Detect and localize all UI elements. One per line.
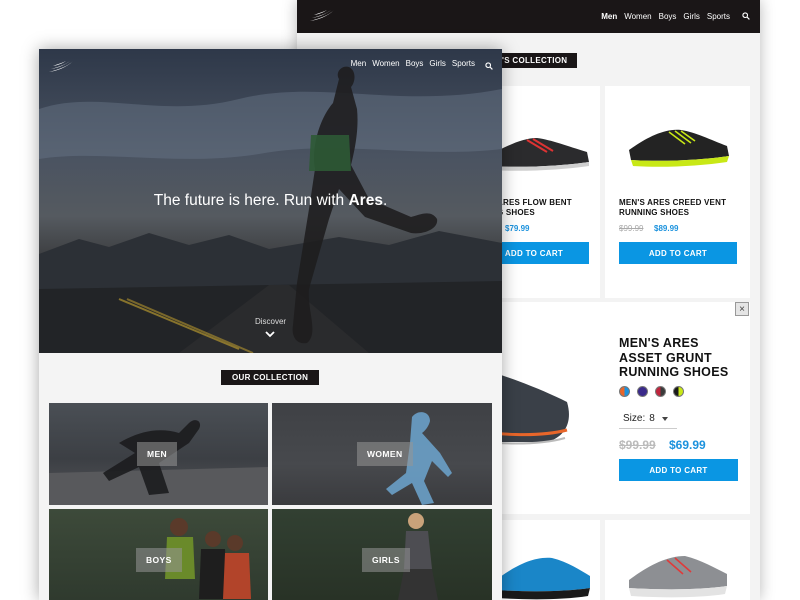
- category-tile-women[interactable]: WOMEN: [272, 403, 492, 505]
- nav-sports[interactable]: Sports: [452, 59, 475, 68]
- section-title: 'S COLLECTION: [492, 53, 578, 68]
- nav-girls[interactable]: Girls: [683, 12, 699, 21]
- product-card[interactable]: [605, 520, 750, 600]
- category-tile-boys[interactable]: BOYS: [49, 509, 268, 600]
- product-image: [629, 556, 727, 598]
- nav-boys[interactable]: Boys: [659, 12, 677, 21]
- product-card[interactable]: MEN'S ARES CREED VENT RUNNING SHOES $99.…: [605, 86, 750, 298]
- search-icon[interactable]: [742, 12, 750, 20]
- featured-name-line3: RUNNING SHOES: [619, 365, 729, 379]
- collection-title: OUR COLLECTION: [221, 370, 320, 385]
- featured-name-line2: ASSET GRUNT: [619, 350, 712, 365]
- nav-women[interactable]: Women: [624, 12, 651, 21]
- size-value: 8: [649, 413, 655, 424]
- close-icon[interactable]: ×: [735, 302, 749, 316]
- color-swatch[interactable]: [619, 386, 630, 397]
- nav-sports[interactable]: Sports: [707, 12, 730, 21]
- featured-price: $69.99: [669, 438, 706, 452]
- size-select[interactable]: Size: 8: [619, 409, 677, 429]
- add-to-cart-button[interactable]: ADD TO CART: [619, 459, 738, 481]
- hero-banner: Men Women Boys Girls Sports The future i…: [39, 49, 502, 353]
- featured-old-price: $99.99: [619, 438, 656, 452]
- color-swatches: [619, 386, 684, 397]
- nav-boys[interactable]: Boys: [406, 59, 424, 68]
- hero-headline-end: .: [382, 192, 388, 209]
- color-swatch[interactable]: [655, 386, 666, 397]
- product-price: $79.99: [505, 224, 530, 233]
- product-old-price: $99.99: [619, 224, 644, 233]
- home-page: Men Women Boys Girls Sports The future i…: [39, 49, 502, 600]
- featured-product-name: MEN'S ARES ASSET GRUNT RUNNING SHOES: [619, 336, 728, 380]
- top-nav: Men Women Boys Girls Sports: [297, 0, 760, 33]
- main-menu: Men Women Boys Girls Sports: [601, 0, 730, 33]
- category-tile-men[interactable]: MEN: [49, 403, 268, 505]
- add-to-cart-button[interactable]: ADD TO CART: [619, 242, 737, 264]
- tile-label: WOMEN: [357, 442, 413, 466]
- hero-headline-text: The future is here. Run with: [153, 192, 349, 209]
- wing-logo-icon[interactable]: [48, 60, 74, 74]
- wing-logo-icon[interactable]: [309, 9, 335, 23]
- color-swatch[interactable]: [637, 386, 648, 397]
- size-label: Size:: [623, 413, 646, 424]
- product-image: [496, 557, 590, 600]
- search-icon[interactable]: [485, 62, 493, 70]
- product-name-line1: MEN'S ARES CREED VENT: [619, 198, 727, 207]
- product-name-line1: ARES FLOW BENT: [497, 198, 572, 207]
- nav-women[interactable]: Women: [372, 59, 399, 68]
- chevron-down-icon: [661, 416, 668, 421]
- nav-girls[interactable]: Girls: [429, 59, 445, 68]
- tile-label: BOYS: [136, 548, 182, 572]
- featured-name-line1: MEN'S ARES: [619, 336, 699, 350]
- hero-brand: Ares: [348, 192, 383, 209]
- product-name-line2: G SHOES: [497, 208, 535, 217]
- discover-link[interactable]: Discover: [39, 317, 502, 326]
- product-name-line2: RUNNING SHOES: [619, 208, 690, 217]
- hero-headline: The future is here. Run with Ares.: [39, 192, 502, 210]
- chevron-down-icon[interactable]: [264, 330, 276, 338]
- nav-men[interactable]: Men: [351, 59, 367, 68]
- tile-label: MEN: [137, 442, 178, 466]
- color-swatch[interactable]: [673, 386, 684, 397]
- nav-men[interactable]: Men: [601, 12, 617, 21]
- product-image: [629, 129, 729, 167]
- category-tile-girls[interactable]: GIRLS: [272, 509, 492, 600]
- tile-label: GIRLS: [362, 548, 410, 572]
- product-price: $89.99: [654, 224, 679, 233]
- main-menu: Men Women Boys Girls Sports: [351, 59, 475, 68]
